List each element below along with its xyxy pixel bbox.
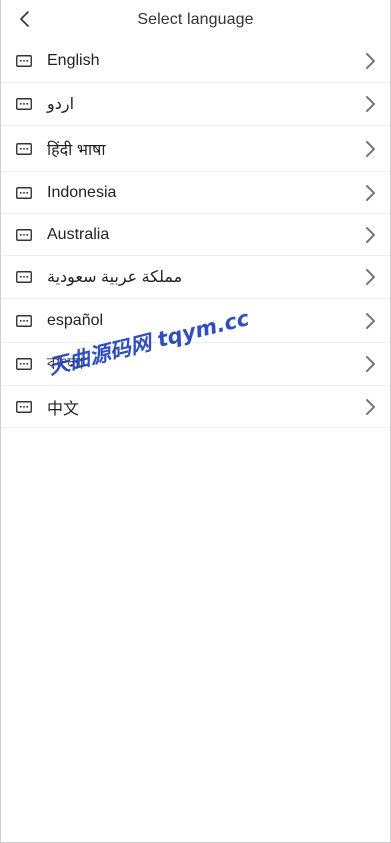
language-label: Indonesia xyxy=(47,183,117,201)
language-row[interactable]: اردو xyxy=(1,83,390,126)
language-keyboard-icon xyxy=(16,186,32,199)
chevron-left-icon xyxy=(20,11,29,27)
chevron-right-icon xyxy=(364,52,376,70)
back-button[interactable] xyxy=(11,4,39,34)
chevron-right-icon xyxy=(364,184,376,202)
language-row[interactable]: বাংলা xyxy=(1,343,390,386)
chevron-right-icon xyxy=(364,226,376,244)
language-list: English اردو हिंदी भाषा Indonesia Austra… xyxy=(1,40,390,428)
language-keyboard-icon xyxy=(16,228,32,241)
chevron-right-icon xyxy=(364,95,376,113)
language-label: Australia xyxy=(47,225,110,243)
language-row[interactable]: Indonesia xyxy=(1,172,390,214)
language-label: English xyxy=(47,52,100,69)
header: Select language xyxy=(1,0,390,40)
language-screen: Select language English اردو हिंदी भाषा … xyxy=(0,0,391,843)
language-keyboard-icon xyxy=(16,271,32,283)
language-label: 中文 xyxy=(47,400,80,418)
language-label: हिंदी भाषा xyxy=(47,141,106,159)
chevron-right-icon xyxy=(364,355,376,373)
language-keyboard-icon xyxy=(16,314,32,327)
language-row[interactable]: हिंदी भाषा xyxy=(1,126,390,172)
language-keyboard-icon xyxy=(16,358,32,370)
chevron-right-icon xyxy=(364,398,376,416)
chevron-right-icon xyxy=(364,312,376,330)
language-keyboard-icon xyxy=(16,400,32,413)
language-row[interactable]: español xyxy=(1,299,390,343)
language-row[interactable]: Australia xyxy=(1,214,390,256)
language-row[interactable]: 中文 xyxy=(1,386,390,428)
language-row[interactable]: English xyxy=(1,40,390,83)
language-keyboard-icon xyxy=(16,55,32,67)
language-label: বাংলা xyxy=(47,355,84,373)
language-row[interactable]: مملكة عربية سعودية xyxy=(1,256,390,299)
language-label: español xyxy=(47,311,104,329)
chevron-right-icon xyxy=(364,140,376,158)
page-title: Select language xyxy=(137,11,254,28)
language-label: مملكة عربية سعودية xyxy=(47,269,183,286)
language-keyboard-icon xyxy=(16,142,32,155)
chevron-right-icon xyxy=(364,268,376,286)
language-keyboard-icon xyxy=(16,98,32,110)
language-label: اردو xyxy=(47,96,75,113)
